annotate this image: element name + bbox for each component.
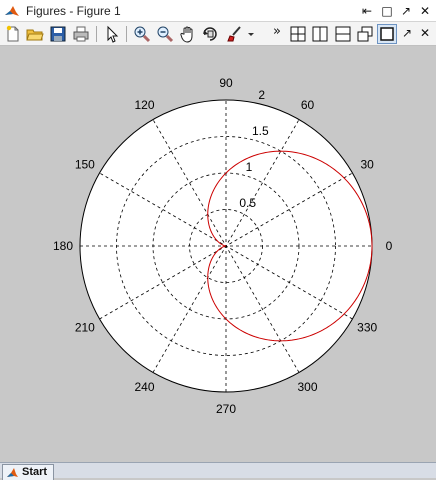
start-label: Start: [22, 466, 48, 478]
window-title: Figures - Figure 1: [26, 4, 121, 18]
radial-tick-label: 1.5: [252, 124, 269, 138]
radial-tick-label: 1: [246, 160, 253, 174]
tile-rows-icon[interactable]: [333, 24, 353, 44]
toolbar-separator: [96, 26, 97, 42]
dock-figure-button[interactable]: ↗: [400, 24, 414, 44]
toolbar-separator: [126, 26, 127, 42]
zoom-out-icon[interactable]: [155, 24, 175, 44]
dock-arrow-button[interactable]: ↗: [397, 2, 415, 20]
angle-tick-label: 60: [301, 98, 315, 112]
close-figure-button[interactable]: ✕: [417, 24, 433, 44]
matlab-start-icon: [7, 468, 18, 477]
rotate-3d-icon[interactable]: [200, 24, 220, 44]
save-icon[interactable]: [48, 24, 68, 44]
new-figure-icon[interactable]: [3, 24, 23, 44]
undock-button[interactable]: ⇤: [358, 2, 376, 20]
window-titlebar: Figures - Figure 1 ⇤ □ ↗ ✕: [0, 0, 436, 22]
radial-tick-label: 0.5: [239, 196, 256, 210]
polar-plot[interactable]: 0 30 60 90 120 150 180 210 240 270 300 330 0.5 1 1.5 2: [0, 46, 436, 462]
taskbar: Start: [0, 462, 436, 480]
angle-tick-label: 0: [386, 239, 393, 253]
maximize-button[interactable]: □: [378, 2, 396, 20]
brush-icon[interactable]: [225, 24, 245, 44]
figure-canvas[interactable]: 0 30 60 90 120 150 180 210 240 270 300 330 0.5 1 1.5 2: [0, 46, 436, 462]
angle-tick-label: 180: [53, 239, 73, 253]
angle-tick-label: 30: [360, 158, 374, 172]
tile-columns-icon[interactable]: [310, 24, 330, 44]
edit-plot-arrow-icon[interactable]: [102, 24, 122, 44]
maximize-figure-icon[interactable]: [377, 24, 397, 44]
print-icon[interactable]: [71, 24, 91, 44]
angle-tick-label: 210: [75, 321, 95, 335]
angle-tick-label: 90: [219, 76, 233, 90]
pan-hand-icon[interactable]: [178, 24, 198, 44]
angle-tick-label: 120: [134, 98, 154, 112]
angle-tick-label: 240: [134, 380, 154, 394]
figure-toolbar: » ↗ ✕: [0, 22, 436, 46]
more-tools-button[interactable]: »: [270, 24, 284, 44]
chevron-down-icon[interactable]: [245, 24, 257, 44]
matlab-logo-icon: [4, 3, 20, 19]
radial-tick-label: 2: [258, 88, 265, 102]
tile-grid-icon[interactable]: [288, 24, 308, 44]
angle-tick-label: 330: [357, 321, 377, 335]
zoom-in-icon[interactable]: [132, 24, 152, 44]
angle-tick-label: 270: [216, 402, 236, 416]
angle-tick-label: 150: [75, 158, 95, 172]
float-windows-icon[interactable]: [355, 24, 375, 44]
angle-tick-label: 300: [297, 380, 317, 394]
close-button[interactable]: ✕: [416, 2, 434, 20]
open-file-icon[interactable]: [25, 24, 45, 44]
